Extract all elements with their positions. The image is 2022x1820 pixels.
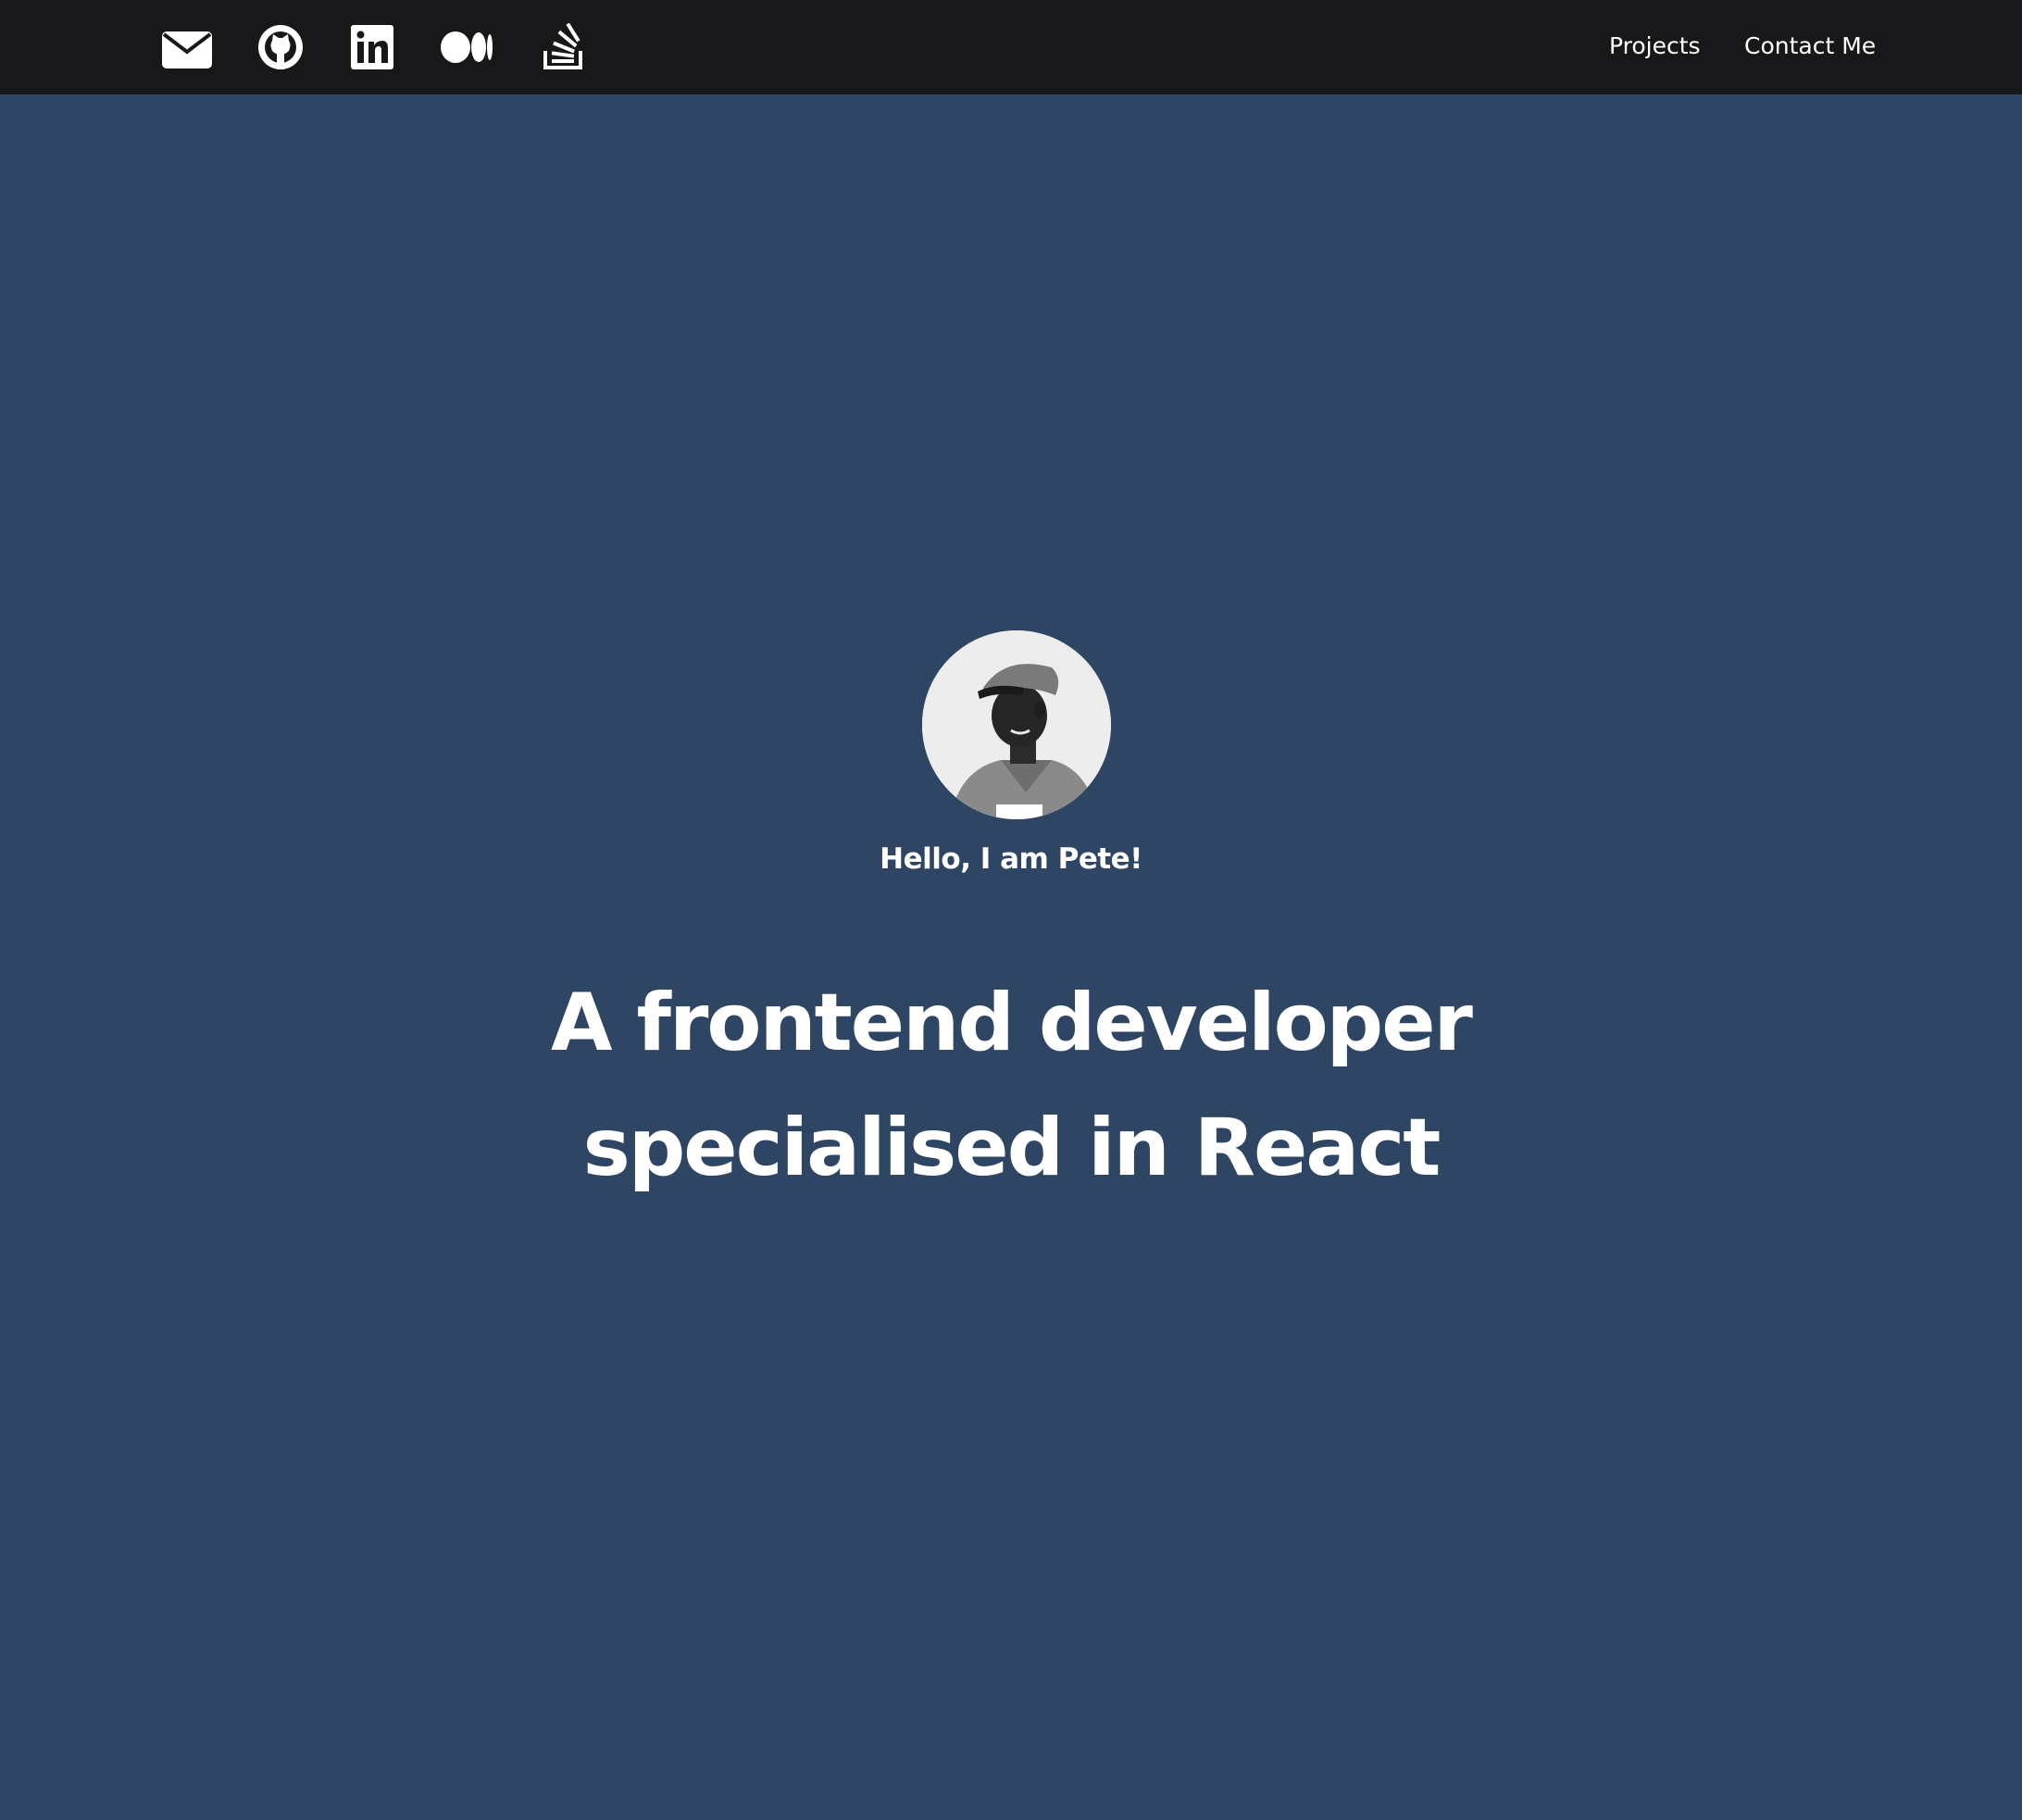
stack-overflow-icon[interactable] <box>536 23 590 71</box>
avatar <box>922 630 1111 819</box>
social-links <box>0 0 741 94</box>
nav-contact-link[interactable]: Contact Me <box>1744 31 1876 61</box>
nav-projects-link[interactable]: Projects <box>1609 31 1701 61</box>
hero-section: Hello, I am Pete! A frontend developer s… <box>0 94 2022 1820</box>
medium-icon[interactable] <box>440 23 493 71</box>
github-icon[interactable] <box>254 23 307 71</box>
avatar-photo <box>922 630 1111 819</box>
headline-line-2: specialised in React <box>582 1102 1442 1194</box>
linkedin-icon[interactable] <box>344 23 398 71</box>
top-nav-bar: Projects Contact Me <box>0 0 2022 94</box>
envelope-icon[interactable] <box>160 23 214 71</box>
main-nav: Projects Contact Me <box>1467 0 2022 94</box>
greeting-text: Hello, I am Pete! <box>880 842 1142 876</box>
headline-line-1: A frontend developer <box>551 977 1473 1069</box>
